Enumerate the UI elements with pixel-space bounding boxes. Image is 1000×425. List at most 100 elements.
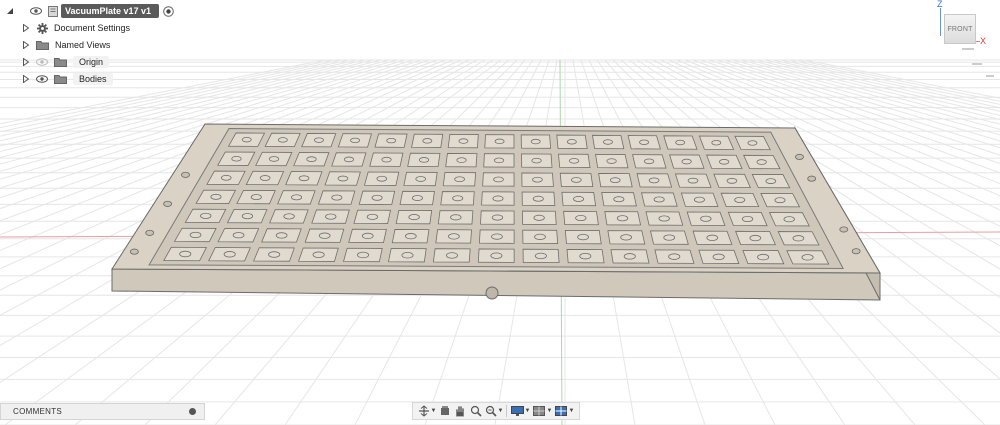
expand-triangle-icon[interactable] <box>22 74 30 84</box>
vacuum-cell <box>556 134 588 149</box>
vacuum-cell <box>432 248 471 263</box>
vacuum-cell <box>692 230 733 245</box>
expand-triangle-icon[interactable] <box>22 40 30 50</box>
vacuum-cell <box>442 172 477 187</box>
vacuum-cell <box>563 210 599 226</box>
vacuum-cell <box>387 248 427 263</box>
display-settings-icon <box>510 406 524 416</box>
pan-button[interactable] <box>454 405 466 417</box>
document-title[interactable]: VacuumPlate v17 v1 <box>61 4 160 18</box>
browser-item-label: Document Settings <box>54 23 131 33</box>
vacuum-cell <box>520 134 552 149</box>
vacuum-cell <box>521 191 556 206</box>
display-settings-button[interactable]: ▼ <box>510 405 530 417</box>
vacuum-cell <box>686 211 726 226</box>
browser-item-label: Named Views <box>55 40 111 50</box>
browser-item-origin[interactable]: Origin <box>22 54 110 70</box>
vacuum-cell <box>680 192 719 207</box>
vacuum-cell <box>342 247 383 263</box>
viewcube[interactable]: Z FRONT X <box>930 0 1000 80</box>
orbit-button[interactable]: ▼ <box>418 405 436 417</box>
vacuum-cell <box>411 133 444 148</box>
visual-style-button[interactable]: ▼ <box>533 405 552 417</box>
vacuum-plate-model[interactable] <box>111 123 881 301</box>
mounting-hole <box>807 175 817 182</box>
vacuum-cell <box>363 171 400 186</box>
folder-icon <box>54 74 67 84</box>
viewports-icon <box>555 406 568 416</box>
vacuum-cell <box>285 171 323 186</box>
comments-panel[interactable]: COMMENTS <box>0 403 205 420</box>
vacuum-cell <box>669 154 705 169</box>
vacuum-cell <box>654 249 695 264</box>
mounting-hole <box>129 248 139 255</box>
vacuum-cell <box>742 249 785 265</box>
vacuum-cell <box>353 209 392 224</box>
gear-icon <box>37 22 48 34</box>
vacuum-cell <box>301 133 337 148</box>
vacuum-cell <box>217 228 260 243</box>
grid-icon <box>533 406 546 416</box>
vacuum-cell <box>713 173 751 188</box>
viewport-canvas[interactable] <box>0 0 1000 425</box>
visibility-eye-hidden-icon[interactable] <box>36 58 48 66</box>
vacuum-cell <box>720 192 760 208</box>
visibility-eye-icon[interactable] <box>36 75 48 83</box>
activate-radio-icon[interactable] <box>163 5 174 17</box>
visibility-eye-icon[interactable] <box>30 7 42 15</box>
vacuum-cell <box>253 247 295 262</box>
vacuum-cell <box>604 211 642 226</box>
browser-root-row[interactable]: VacuumPlate v17 v1 <box>6 3 174 19</box>
viewports-button[interactable]: ▼ <box>555 405 574 417</box>
viewcube-decoration <box>962 48 974 50</box>
vacuum-cell <box>484 134 515 149</box>
vacuum-cell <box>607 230 646 245</box>
zoom-button[interactable] <box>470 405 482 417</box>
vacuum-cell <box>437 210 474 225</box>
collapse-triangle-icon[interactable] <box>6 6 14 16</box>
vacuum-cell <box>226 209 268 224</box>
viewcube-front-face[interactable]: FRONT <box>944 14 976 44</box>
browser-item-named-views[interactable]: Named Views <box>22 37 110 53</box>
vacuum-cell <box>743 154 781 170</box>
vacuum-cell <box>478 229 515 244</box>
vacuum-cell <box>304 228 345 243</box>
vacuum-cell <box>324 171 361 186</box>
vacuum-cell <box>777 231 820 246</box>
add-comment-icon[interactable] <box>189 408 196 415</box>
vacuum-cell <box>663 135 698 150</box>
mounting-hole <box>795 153 804 160</box>
mounting-hole <box>163 200 173 207</box>
browser-item-bodies[interactable]: Bodies <box>22 71 113 87</box>
vacuum-cell <box>480 210 515 225</box>
vacuum-cell <box>627 135 661 150</box>
vacuum-cell <box>735 230 777 246</box>
mounting-hole <box>181 171 190 178</box>
vacuum-cell <box>482 172 515 187</box>
zoom-window-icon <box>485 405 497 417</box>
vacuum-cell <box>261 228 302 243</box>
zoom-icon <box>470 405 482 417</box>
expand-triangle-icon[interactable] <box>22 57 30 67</box>
vacuum-cell <box>601 192 637 207</box>
zoom-window-button[interactable]: ▼ <box>485 405 503 417</box>
vacuum-cell <box>598 173 633 188</box>
vacuum-cell <box>522 248 560 264</box>
expand-triangle-icon[interactable] <box>22 23 30 33</box>
vacuum-cell <box>674 173 712 188</box>
toolbar-separator <box>506 405 508 417</box>
vacuum-cell <box>395 209 433 225</box>
browser-item-document-settings[interactable]: Document Settings <box>22 20 130 36</box>
z-axis-line <box>940 8 941 36</box>
vacuum-cell <box>184 208 227 224</box>
vacuum-cell <box>698 249 740 264</box>
viewcube-decoration <box>972 63 982 65</box>
vacuum-cell <box>760 193 801 208</box>
browser-item-label: Bodies <box>73 73 113 85</box>
look-at-button[interactable] <box>439 405 451 417</box>
vacuum-cell <box>636 173 673 188</box>
vacuum-cell <box>566 249 605 264</box>
mounting-hole <box>145 229 155 236</box>
vacuum-cell <box>768 212 810 227</box>
vacuum-cell <box>269 209 309 224</box>
